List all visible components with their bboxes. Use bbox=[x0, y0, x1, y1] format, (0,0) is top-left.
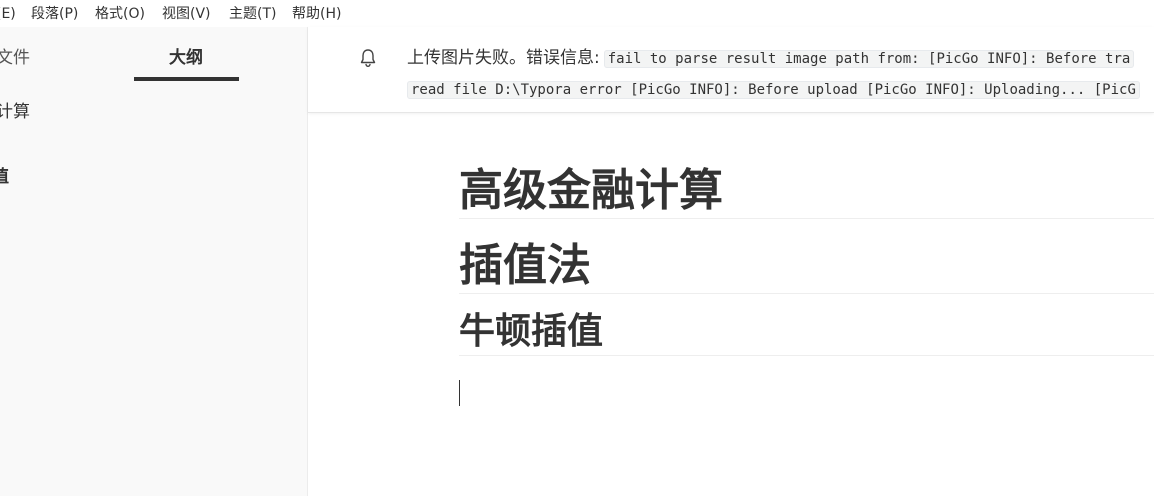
notification-line-1: 上传图片失败。错误信息: fail to parse result image p… bbox=[407, 47, 1135, 70]
heading-1[interactable]: 高级金融计算 bbox=[459, 166, 1154, 219]
menu-view[interactable]: 视图(V) bbox=[162, 5, 211, 23]
heading-1[interactable]: 插值法 bbox=[459, 241, 1154, 294]
outline-item[interactable]: 值 bbox=[0, 166, 9, 188]
error-message: fail to parse result image path from: [P… bbox=[603, 50, 1135, 68]
tab-outline-indicator bbox=[134, 77, 239, 81]
upload-error-notification: 上传图片失败。错误信息: fail to parse result image p… bbox=[308, 27, 1154, 113]
bell-icon[interactable] bbox=[357, 47, 379, 69]
text-caret bbox=[459, 380, 460, 406]
menu-bar: (E) 段落(P) 格式(O) 视图(V) 主题(T) 帮助(H) bbox=[0, 0, 1154, 27]
notification-line-2: read file D:\Typora error [PicGo INFO]: … bbox=[407, 78, 1140, 101]
typora-window: (E) 段落(P) 格式(O) 视图(V) 主题(T) 帮助(H) 文件 大纲 … bbox=[0, 0, 1154, 496]
error-message-continued: read file D:\Typora error [PicGo INFO]: … bbox=[407, 81, 1140, 99]
heading-2[interactable]: 牛顿插值 bbox=[459, 311, 1154, 356]
menu-format[interactable]: 格式(O) bbox=[95, 5, 145, 23]
sidebar: 文件 大纲 计算 值 bbox=[0, 27, 308, 496]
menu-edit[interactable]: (E) bbox=[0, 5, 16, 23]
tab-outline[interactable]: 大纲 bbox=[169, 47, 203, 69]
menu-theme[interactable]: 主题(T) bbox=[229, 5, 276, 23]
notification-label: 上传图片失败。错误信息: bbox=[407, 48, 600, 68]
editor-area[interactable]: 高级金融计算 插值法 牛顿插值 bbox=[308, 113, 1154, 496]
menu-help[interactable]: 帮助(H) bbox=[292, 5, 341, 23]
tab-files[interactable]: 文件 bbox=[0, 47, 30, 69]
menu-paragraph[interactable]: 段落(P) bbox=[31, 5, 78, 23]
outline-item[interactable]: 计算 bbox=[0, 101, 30, 123]
